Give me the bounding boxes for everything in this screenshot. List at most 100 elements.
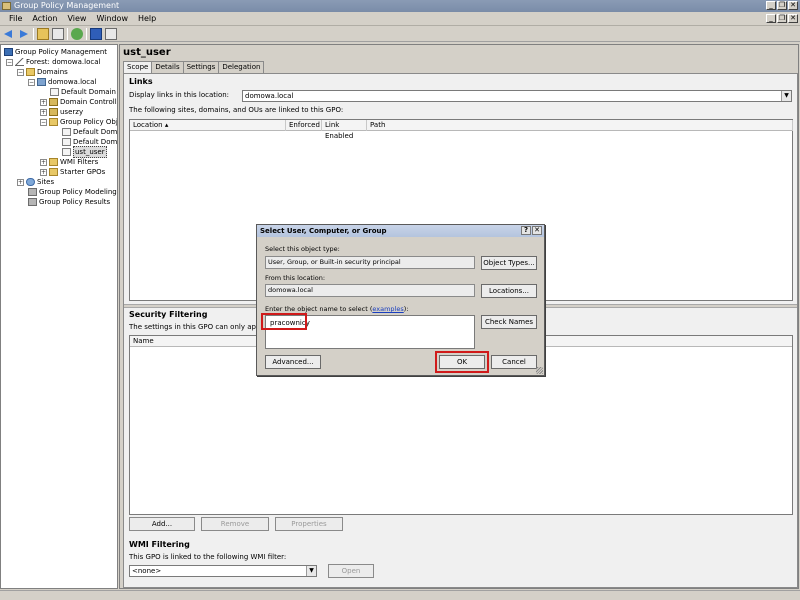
tree-node-domain[interactable]: − domowa.local (28, 77, 96, 87)
resize-grip[interactable] (536, 367, 543, 374)
domains-folder-icon (26, 68, 35, 76)
dialog-help-button[interactable]: ? (521, 226, 531, 235)
ok-button[interactable]: OK (439, 355, 485, 369)
tree-node-starter-gpos[interactable]: + Starter GPOs (40, 167, 105, 177)
object-types-button[interactable]: Object Types... (481, 256, 537, 270)
links-table-header: Location ▴ Enforced Link Enabled Path (130, 120, 793, 140)
dialog-close-button[interactable]: ✕ (532, 226, 542, 235)
expand-icon[interactable]: + (40, 168, 47, 176)
tab-settings[interactable]: Settings (182, 61, 220, 73)
show-hide-tree-icon[interactable] (52, 27, 64, 40)
tree-node-gpo-1[interactable]: Default Doma (62, 127, 117, 137)
tree-label: WMI Filters (60, 158, 99, 166)
wmi-filter-value: <none> (132, 567, 162, 575)
collapse-icon[interactable]: − (28, 78, 35, 86)
examples-link[interactable]: examples (372, 305, 403, 313)
window-titlebar: Group Policy Management _ ❐ ✕ (0, 0, 800, 12)
tab-delegation[interactable]: Delegation (218, 61, 265, 73)
toolbar (0, 26, 800, 42)
tree-node-domain-controllers[interactable]: + Domain Controller (40, 97, 118, 107)
gpo-icon (62, 148, 71, 156)
wmi-filter-combo[interactable]: <none> ▼ (129, 565, 317, 577)
tree-node-gpo-folder[interactable]: − Group Policy Obje (40, 117, 117, 127)
window-title: Group Policy Management (14, 1, 120, 10)
menu-help[interactable]: Help (133, 12, 161, 26)
tab-details[interactable]: Details (151, 61, 184, 73)
menu-bar: File Action View Window Help _ ❐ ✕ (0, 12, 800, 26)
tree-node-wmi-filters[interactable]: + WMI Filters (40, 157, 98, 167)
location-field: domowa.local (265, 284, 475, 297)
restore-button[interactable]: ❐ (777, 1, 787, 10)
expand-icon[interactable]: + (40, 158, 47, 166)
col-location[interactable]: Location ▴ (130, 120, 286, 131)
links-location-value: domowa.local (245, 92, 294, 100)
close-button[interactable]: ✕ (788, 1, 798, 10)
tree-label: Default Domain Po (61, 88, 117, 96)
properties-icon[interactable] (105, 27, 117, 40)
links-heading: Links (129, 77, 153, 86)
cancel-button[interactable]: Cancel (491, 355, 537, 369)
dropdown-arrow-icon[interactable]: ▼ (306, 566, 316, 576)
add-button[interactable]: Add... (129, 517, 195, 531)
minimize-button[interactable]: _ (766, 1, 776, 10)
menu-view[interactable]: View (62, 12, 91, 26)
tree-node-gpm[interactable]: Group Policy Management (4, 47, 107, 57)
expand-icon[interactable]: + (17, 178, 24, 186)
collapse-icon[interactable]: − (40, 118, 47, 126)
menu-action[interactable]: Action (27, 12, 62, 26)
col-path[interactable]: Path (367, 120, 793, 131)
tree-label: Group Policy Management (15, 48, 108, 56)
links-location-combo[interactable]: domowa.local ▼ (242, 90, 792, 102)
help-icon[interactable] (90, 27, 102, 40)
window-controls: _ ❐ ✕ (766, 1, 798, 10)
back-arrow-icon[interactable] (3, 28, 15, 40)
sites-icon (26, 178, 35, 186)
expand-icon[interactable]: + (40, 108, 47, 116)
locations-button[interactable]: Locations... (481, 284, 537, 298)
child-minimize-button[interactable]: _ (766, 14, 776, 23)
remove-button[interactable]: Remove (201, 517, 269, 531)
child-close-button[interactable]: ✕ (788, 14, 798, 23)
dialog-title-buttons: ? ✕ (521, 226, 542, 235)
tree-node-modeling[interactable]: Group Policy Modeling (28, 187, 117, 197)
ou-icon (49, 108, 58, 116)
check-names-button[interactable]: Check Names (481, 315, 537, 329)
object-name-highlight (261, 313, 307, 330)
tree-label: Domain Controller (60, 98, 118, 106)
tree-node-forest[interactable]: − Forest: domowa.local (6, 57, 100, 67)
col-link-enabled[interactable]: Link Enabled (322, 120, 367, 140)
select-object-dialog: Select User, Computer, or Group ? ✕ Sele… (256, 224, 545, 376)
expand-icon[interactable]: + (40, 98, 47, 106)
toolbar-separator (33, 27, 34, 40)
dropdown-arrow-icon[interactable]: ▼ (781, 91, 791, 101)
location-label: From this location: (265, 274, 326, 282)
child-restore-button[interactable]: ❐ (777, 14, 787, 23)
child-window-controls: _ ❐ ✕ (766, 14, 798, 23)
dialog-title: Select User, Computer, or Group (260, 227, 387, 235)
tree-label: Starter GPOs (60, 168, 106, 176)
toolbar-separator (86, 27, 87, 40)
tree-node-sites[interactable]: + Sites (17, 177, 54, 187)
up-folder-icon[interactable] (37, 27, 49, 40)
menu-file[interactable]: File (4, 12, 27, 26)
col-enforced[interactable]: Enforced (286, 120, 322, 131)
advanced-button[interactable]: Advanced... (265, 355, 321, 369)
ou-icon (49, 98, 58, 106)
tree-node-ust-user[interactable]: ust_user (62, 146, 107, 158)
tree-label: Forest: domowa.local (26, 58, 101, 66)
menu-window[interactable]: Window (91, 12, 133, 26)
gpm-icon (4, 48, 13, 56)
properties-button[interactable]: Properties (275, 517, 343, 531)
forward-arrow-icon[interactable] (18, 28, 30, 40)
modeling-icon (28, 188, 37, 196)
open-button[interactable]: Open (328, 564, 374, 578)
security-filtering-heading: Security Filtering (129, 310, 208, 319)
tree-node-results[interactable]: Group Policy Results (28, 197, 110, 207)
tree-node-userzy[interactable]: + userzy (40, 107, 83, 117)
collapse-icon[interactable]: − (6, 58, 13, 66)
tree-node-default-domain-policy[interactable]: Default Domain Po (50, 87, 117, 97)
tree-label: userzy (60, 108, 84, 116)
tree-node-domains[interactable]: − Domains (17, 67, 68, 77)
refresh-icon[interactable] (71, 27, 83, 40)
collapse-icon[interactable]: − (17, 68, 24, 76)
